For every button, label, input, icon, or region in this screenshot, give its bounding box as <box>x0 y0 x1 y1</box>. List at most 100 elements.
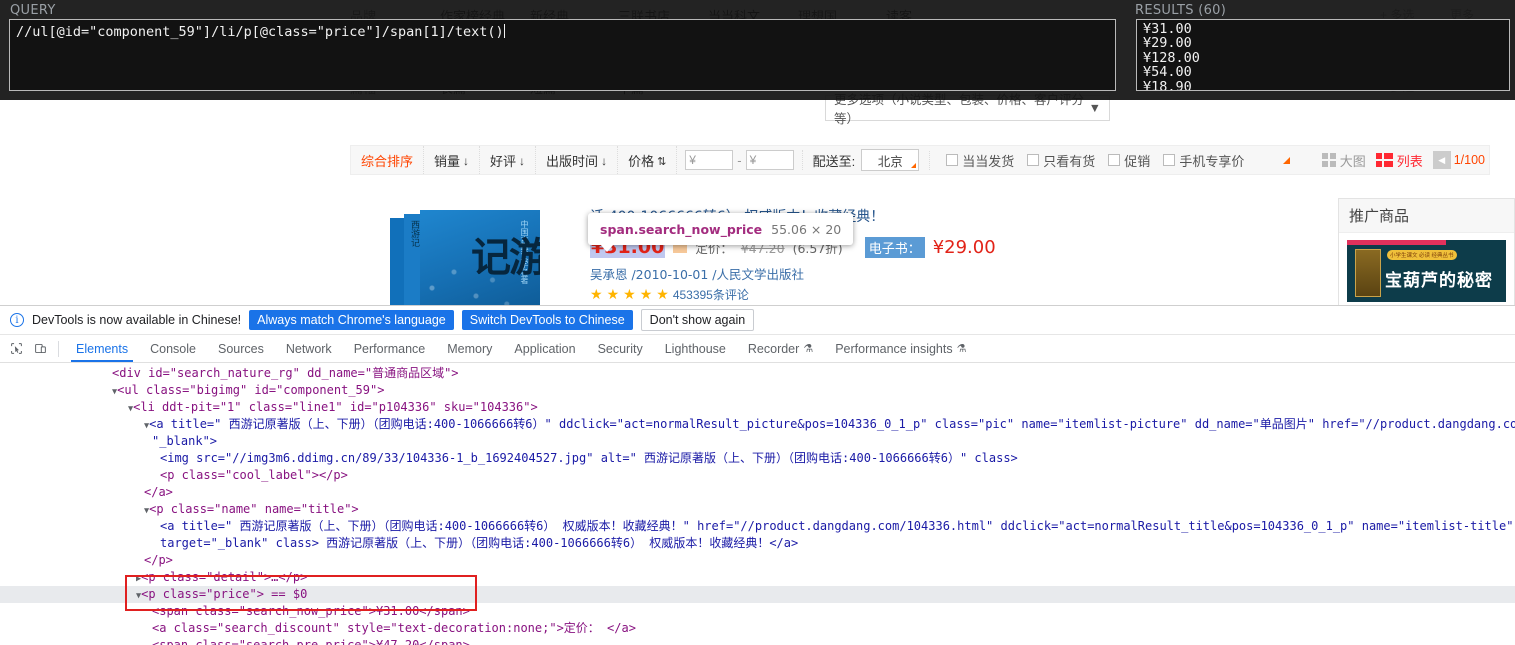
toolbar-divider <box>58 340 59 357</box>
star-icon: ★ <box>623 286 636 302</box>
view-grid-label: 大图 <box>1339 153 1366 169</box>
price-max-input[interactable]: ¥ <box>745 150 794 170</box>
dom-line-text: </a> <box>144 485 173 499</box>
promo-ad-banner[interactable]: 小学生课文 必读 经典丛书 宝葫芦的秘密 <box>1347 240 1506 302</box>
prev-page-button[interactable]: ◀ <box>1432 151 1451 169</box>
dom-line[interactable]: </a> <box>0 484 1515 501</box>
xpath-helper-overlay: QUERY RESULTS (60) //ul[@id="component_5… <box>0 0 1515 100</box>
device-toolbar-icon[interactable] <box>28 338 52 360</box>
checkbox-label: 当当发货 <box>962 153 1015 169</box>
checkbox-in-stock[interactable]: 只看有货 <box>1027 151 1095 170</box>
tab-label: Performance insights <box>835 341 953 356</box>
tab-recorder[interactable]: Recorder ⚗ <box>737 336 824 362</box>
tab-label: Elements <box>76 341 129 356</box>
dom-line-text: <p class="name" name="title"> <box>149 502 359 516</box>
price-range-dash: - <box>737 152 742 168</box>
checkbox-icon[interactable] <box>946 154 959 166</box>
tab-label: Recorder <box>747 341 800 356</box>
dom-line[interactable]: ▼<ul class="bigimg" id="component_59"> <box>0 382 1515 399</box>
sort-item-price[interactable]: 价格 <box>618 146 678 174</box>
tab-performance-insights[interactable]: Performance insights ⚗ <box>824 336 977 362</box>
xpath-results-output[interactable]: ¥31.00 ¥29.00 ¥128.00 ¥54.00 ¥18.90 <box>1136 19 1510 91</box>
dont-show-again-button[interactable]: Don't show again <box>640 309 755 331</box>
chevron-down-icon: ▼ <box>1088 101 1101 115</box>
promo-ad-book-icon <box>1355 249 1381 297</box>
checkbox-dangdang-ship[interactable]: 当当发货 <box>946 151 1014 170</box>
product-cover-image[interactable]: 西游记 中国古典文学名著 西游记 <box>390 190 540 305</box>
sort-item-pubdate[interactable]: 出版时间 <box>536 146 619 174</box>
yen-symbol: ¥ <box>689 153 696 167</box>
checkbox-icon[interactable] <box>1027 154 1040 166</box>
sort-item-comprehensive[interactable]: 综合排序 <box>351 146 425 174</box>
devtools-panel: i DevTools is now available in Chinese! … <box>0 305 1515 645</box>
banner-message: DevTools is now available in Chinese! <box>32 313 242 327</box>
dom-line[interactable]: <span class="search_pre_price">¥47.20</s… <box>0 637 1515 645</box>
dom-line[interactable]: <a class="search_discount" style="text-d… <box>0 620 1515 637</box>
checkbox-icon[interactable] <box>1163 154 1176 166</box>
tab-label: Memory <box>447 341 493 356</box>
checkbox-promotion[interactable]: 促销 <box>1108 151 1150 170</box>
arrow-down-icon <box>463 153 469 168</box>
book-front-cover: 中国古典文学名著 西游记 <box>420 210 540 305</box>
tab-network[interactable]: Network <box>275 336 343 362</box>
checkbox-label: 促销 <box>1124 153 1151 169</box>
ebook-label: 电子书： <box>864 237 925 258</box>
product-comment-count[interactable]: 453395条评论 <box>673 286 749 303</box>
tab-application[interactable]: Application <box>503 336 586 362</box>
dom-line[interactable]: ▶<p class="detail">…</p> <box>0 569 1515 586</box>
dom-line[interactable]: </p> <box>0 552 1515 569</box>
dom-line[interactable]: <p class="cool_label"></p> <box>0 467 1515 484</box>
tab-elements[interactable]: Elements <box>65 336 139 362</box>
product-rating: ★ ★ ★ ★ ★ 453395条评论 <box>590 286 749 303</box>
dom-line[interactable]: ▼<li ddt-pit="1" class="line1" id="p1043… <box>0 399 1515 416</box>
tab-memory[interactable]: Memory <box>436 336 503 362</box>
arrow-down-icon <box>601 153 607 168</box>
checkbox-label: 只看有货 <box>1043 153 1096 169</box>
dom-line[interactable]: <a title=" 西游记原著版（上、下册）（团购电话:400-1066666… <box>0 518 1515 535</box>
dom-line[interactable]: target="_blank" class> 西游记原著版（上、下册）（团购电话… <box>0 535 1515 552</box>
price-min-input[interactable]: ¥ <box>685 150 734 170</box>
dom-tree[interactable]: <div id="search_nature_rg" dd_name="普通商品… <box>0 363 1515 645</box>
tab-performance[interactable]: Performance <box>343 336 437 362</box>
checkbox-label: 手机专享价 <box>1179 153 1245 169</box>
dom-line[interactable]: "_blank"> <box>0 433 1515 450</box>
grid-icon <box>1321 153 1336 167</box>
flask-icon: ⚗ <box>803 343 814 355</box>
expand-triangle-icon[interactable] <box>1283 156 1291 164</box>
switch-to-chinese-button[interactable]: Switch DevTools to Chinese <box>461 310 633 330</box>
dom-line[interactable]: ▼<a title=" 西游记原著版（上、下册）（团购电话:400-106666… <box>0 416 1515 433</box>
dom-line-selected[interactable]: ▼<p class="price"> == $0 <box>0 586 1515 603</box>
city-label: 北京 <box>877 154 903 169</box>
view-mode-grid[interactable]: 大图 <box>1321 151 1366 170</box>
inspect-element-icon[interactable] <box>4 338 28 360</box>
sort-label: 价格 <box>628 153 655 169</box>
tab-lighthouse[interactable]: Lighthouse <box>654 336 737 362</box>
ebook-price[interactable]: ¥29.00 <box>933 237 996 258</box>
always-match-language-button[interactable]: Always match Chrome's language <box>249 310 454 330</box>
sort-item-reviews[interactable]: 好评 <box>480 146 537 174</box>
page-indicator: 1/100 <box>1453 153 1485 167</box>
tab-sources[interactable]: Sources <box>207 336 275 362</box>
checkbox-mobile-price[interactable]: 手机专享价 <box>1163 151 1244 170</box>
dom-line-text: <div id="search_nature_rg" dd_name="普通商品… <box>112 366 459 380</box>
tab-console[interactable]: Console <box>139 336 207 362</box>
result-row: ¥54.00 <box>1143 64 1192 81</box>
view-mode-list[interactable]: 列表 <box>1375 151 1423 170</box>
promo-ad-band <box>1347 240 1446 245</box>
dom-line[interactable]: <img src="//img3m6.ddimg.cn/89/33/104336… <box>0 450 1515 467</box>
tab-label: Performance <box>353 341 426 356</box>
tab-security[interactable]: Security <box>587 336 654 362</box>
city-selector[interactable]: 北京 <box>861 149 920 171</box>
dom-line-text: <ul class="bigimg" id="component_59"> <box>117 383 385 397</box>
checkbox-icon[interactable] <box>1108 154 1121 166</box>
dom-line[interactable]: <span class="search_now_price">¥31.00</s… <box>0 603 1515 620</box>
promo-ad-title: 宝葫芦的秘密 <box>1385 271 1493 291</box>
dom-line-text: target="_blank" class> 西游记原著版（上、下册）（团购电话… <box>160 536 799 550</box>
dom-line[interactable]: <div id="search_nature_rg" dd_name="普通商品… <box>0 365 1515 382</box>
list-icon <box>1375 153 1393 167</box>
dom-line[interactable]: ▼<p class="name" name="title"> <box>0 501 1515 518</box>
book-cover-title: 西游记 <box>464 236 540 278</box>
xpath-query-input[interactable]: //ul[@id="component_59"]/li/p[@class="pr… <box>9 19 1116 91</box>
dom-line-text: <a title=" 西游记原著版（上、下册）（团购电话:400-1066666… <box>160 519 1515 533</box>
sort-item-sales[interactable]: 销量 <box>424 146 481 174</box>
